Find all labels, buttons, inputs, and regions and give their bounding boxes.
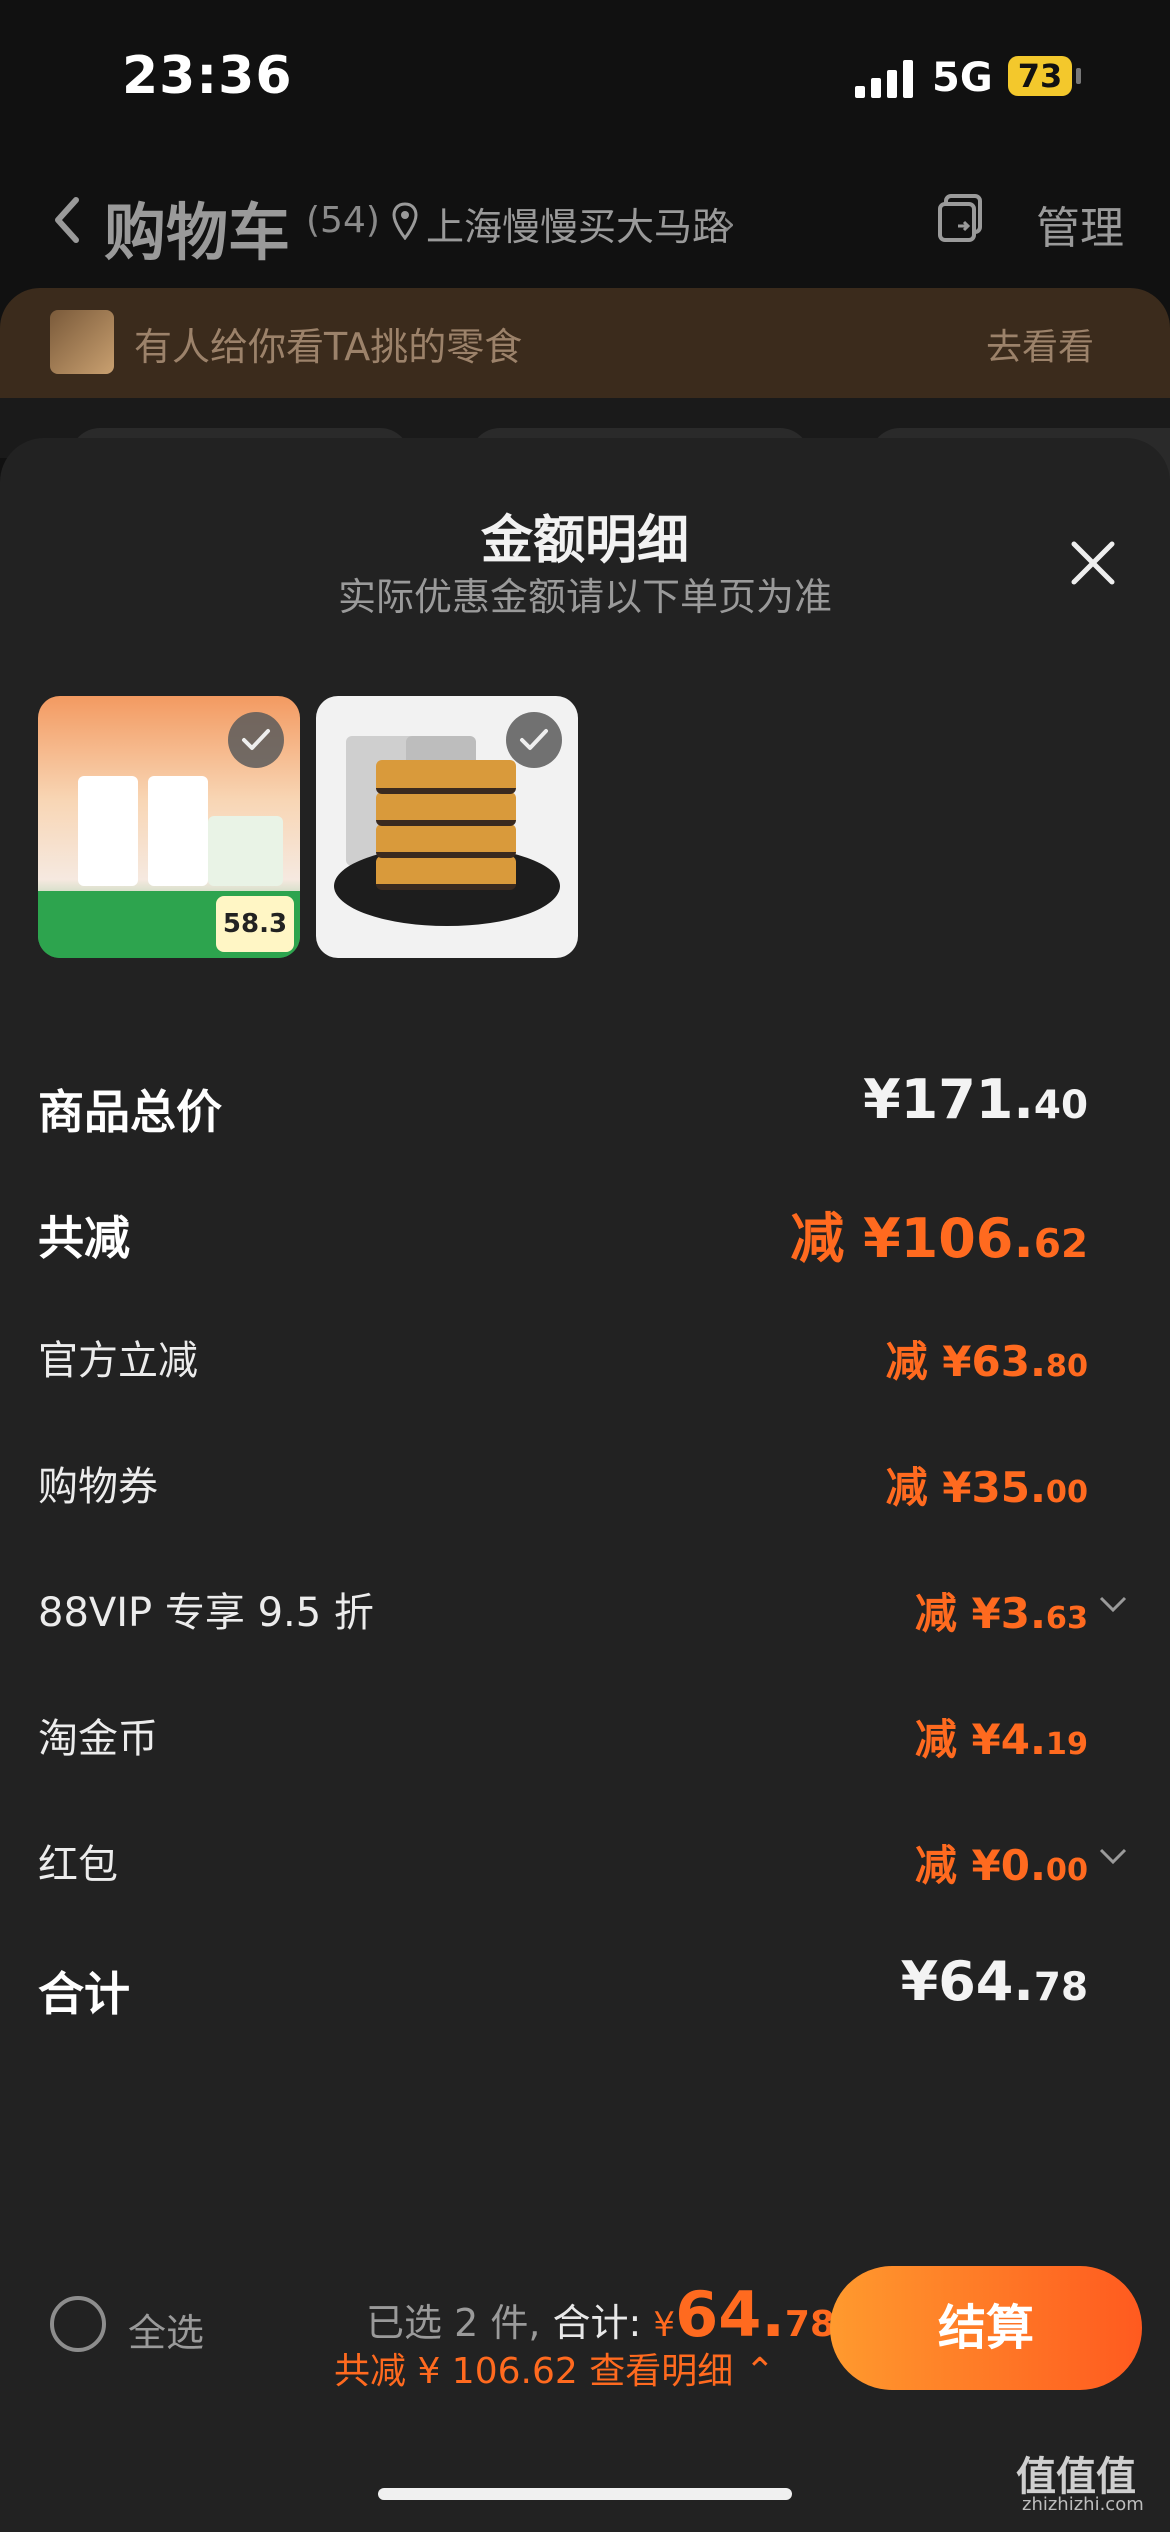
price-tag: 58.3 (216, 896, 294, 952)
row-total-discount: 共减 减 ¥106.62 (38, 1194, 1088, 1270)
page-title: 购物车 (104, 196, 291, 269)
cart-count: (54) (306, 200, 380, 241)
sheet-subtitle: 实际优惠金额请以下单页为准 (337, 575, 832, 619)
discount-summary[interactable]: 共减 ¥ 106.62 查看明细 ⌃ (334, 2342, 775, 2394)
signal-icon (855, 60, 917, 98)
battery-cap (1076, 68, 1081, 84)
row-grand-total: 合计 ¥64.78 (38, 1950, 1088, 2021)
banner-text: 有人给你看TA挑的零食 (134, 325, 523, 369)
snack-cake-image (376, 824, 516, 858)
snack-cake-image (376, 792, 516, 826)
banner-thumbnail (50, 310, 114, 374)
chevron-down-icon[interactable] (1098, 1594, 1128, 1614)
selected-summary: 已选 2 件, 合计: ¥64.78 (366, 2278, 836, 2351)
chevron-down-icon[interactable] (1098, 1846, 1128, 1866)
row-item-total: 商品总价 ¥171.40 (38, 1068, 1088, 1139)
row-label: 淘金币 (38, 1716, 158, 1762)
row-label: 88VIP 专享 9.5 折 (38, 1590, 374, 1636)
total-amount: 64. (675, 2278, 785, 2351)
view-detail-link[interactable]: 查看明细 (589, 2351, 733, 2392)
snack-cake-image (376, 856, 516, 890)
row-label: 购物券 (38, 1464, 158, 1510)
location-pin-icon (392, 202, 418, 240)
product-thumbnail-snack[interactable]: 黑 (316, 696, 578, 958)
row-value: 减 ¥35.00 (885, 1463, 1088, 1512)
milk-pack-image (208, 816, 283, 886)
row-taojinbi: 淘金币 减 ¥4.19 (38, 1698, 1088, 1768)
row-label: 商品总价 (38, 1085, 222, 1139)
row-label: 共减 (38, 1211, 130, 1265)
watermark-url: zhizhizhi.com (1022, 2494, 1144, 2515)
row-official-discount: 官方立减 减 ¥63.80 (38, 1320, 1088, 1390)
home-indicator (378, 2488, 792, 2500)
row-label: 合计 (38, 1967, 130, 2021)
sheet-title: 金额明细 (480, 511, 689, 571)
row-value: ¥64.78 (900, 1950, 1088, 2013)
row-value: 减 ¥0.00 (914, 1841, 1088, 1890)
milk-box-image (78, 776, 138, 886)
row-value: ¥171.40 (863, 1068, 1088, 1131)
select-all-radio-icon[interactable] (50, 2296, 106, 2352)
milk-box-image (148, 776, 208, 886)
row-label: 官方立减 (38, 1338, 198, 1384)
chevron-up-icon: ⌃ (744, 2351, 775, 2392)
address-selector[interactable]: 上海慢慢买大马路 (426, 196, 730, 251)
battery-icon: 73 (1008, 56, 1072, 96)
network-label: 5G (932, 55, 993, 101)
share-cart-icon[interactable] (936, 192, 986, 246)
cart-header: 购物车 (54) 上海慢慢买大马路 › 管理 (0, 170, 1170, 280)
row-value: 减 ¥3.63 (914, 1589, 1088, 1638)
amount-detail-sheet: 金额明细 实际优惠金额请以下单页为准 58.3 黑 商品总价 ¥171.40 共… (0, 438, 1170, 2532)
close-icon[interactable] (1068, 538, 1118, 588)
row-vip-discount[interactable]: 88VIP 专享 9.5 折 减 ¥3.63 (38, 1572, 1127, 1642)
product-thumbnail-milk[interactable]: 58.3 (38, 696, 300, 958)
checkout-bar: 全选 已选 2 件, 合计: ¥64.78 共减 ¥ 106.62 查看明细 ⌃… (0, 2240, 1170, 2420)
row-coupon: 购物券 减 ¥35.00 (38, 1446, 1088, 1516)
back-chevron-icon[interactable] (52, 190, 82, 250)
check-icon (506, 712, 562, 768)
snack-cake-image (376, 760, 516, 794)
row-value: 减 ¥4.19 (914, 1715, 1088, 1764)
status-time: 23:36 (122, 46, 293, 106)
manage-button[interactable]: 管理 (1036, 192, 1124, 256)
address-chevron-icon: › (722, 204, 736, 244)
row-value: 减 ¥106.62 (790, 1207, 1088, 1270)
row-value: 减 ¥63.80 (885, 1337, 1088, 1386)
select-all-label[interactable]: 全选 (128, 2302, 204, 2357)
banner-go-link[interactable]: 去看看 (986, 318, 1094, 370)
checkout-button[interactable]: 结算 (830, 2266, 1142, 2390)
status-bar: 23:36 5G 73 (0, 0, 1170, 150)
row-red-packet[interactable]: 红包 减 ¥0.00 (38, 1824, 1127, 1894)
recommend-banner[interactable]: 有人给你看TA挑的零食 去看看 (0, 288, 1170, 398)
row-label: 红包 (38, 1842, 118, 1888)
check-icon (228, 712, 284, 768)
